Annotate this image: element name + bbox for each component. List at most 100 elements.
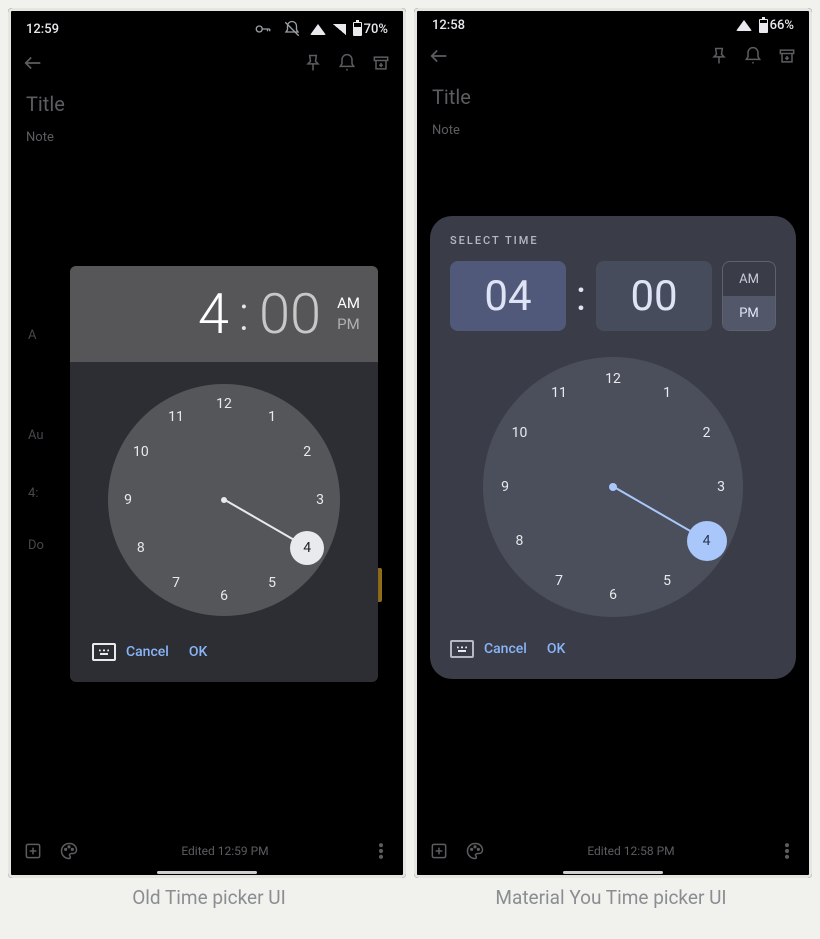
- clock-number[interactable]: 9: [115, 487, 141, 513]
- clock-number[interactable]: 5: [259, 570, 285, 596]
- clock-number[interactable]: 6: [211, 583, 237, 609]
- status-bar: 12:59 70%: [8, 8, 406, 46]
- battery-indicator: 66%: [759, 18, 794, 33]
- clock-number[interactable]: 12: [600, 366, 626, 392]
- home-indicator[interactable]: [563, 871, 663, 874]
- hour-display[interactable]: 4: [198, 286, 229, 342]
- picker-actions: Cancel OK: [70, 624, 378, 682]
- time-colon: :: [576, 261, 586, 331]
- keep-toolbar: [8, 46, 406, 80]
- bg-fragment: Au: [28, 428, 44, 443]
- note-placeholder[interactable]: Note: [26, 130, 388, 145]
- battery-indicator: 70%: [353, 22, 388, 37]
- clock-number[interactable]: 6: [600, 582, 626, 608]
- keep-footer: Edited 12:58 PM: [414, 830, 812, 872]
- clock-number[interactable]: 10: [128, 439, 154, 465]
- picker-actions: Cancel OK: [450, 627, 776, 663]
- am-option[interactable]: AM: [723, 262, 775, 296]
- reminder-icon[interactable]: [336, 52, 358, 74]
- clock-number[interactable]: 7: [546, 568, 572, 594]
- keep-footer: Edited 12:59 PM: [8, 830, 406, 872]
- ampm-toggle[interactable]: AM PM: [722, 261, 776, 331]
- title-placeholder[interactable]: Title: [26, 92, 388, 116]
- add-box-icon[interactable]: [22, 840, 44, 862]
- clock-number[interactable]: 11: [546, 380, 572, 406]
- home-indicator[interactable]: [157, 871, 257, 874]
- time-picker-dialog-you: SELECT TIME 04 : 00 AM PM 12123456789101…: [430, 216, 796, 679]
- cancel-button[interactable]: Cancel: [116, 638, 179, 666]
- edited-timestamp: Edited 12:59 PM: [181, 844, 268, 858]
- clock-number[interactable]: 3: [708, 474, 734, 500]
- palette-icon[interactable]: [58, 840, 80, 862]
- phone-material-you: 12:58 66% Title Note SELECT TIME: [414, 8, 812, 878]
- clock-number[interactable]: 5: [654, 568, 680, 594]
- clock-number[interactable]: 8: [506, 528, 532, 554]
- reminder-icon[interactable]: [742, 45, 764, 67]
- title-placeholder[interactable]: Title: [432, 85, 794, 109]
- bg-fragment: Do: [28, 538, 44, 553]
- hour-value: 04: [484, 272, 531, 321]
- more-icon[interactable]: [370, 840, 392, 862]
- battery-text: 70%: [364, 22, 388, 37]
- archive-icon[interactable]: [776, 45, 798, 67]
- hour-chip[interactable]: 04: [450, 261, 566, 331]
- picker-header: 4 : 00 AM PM: [70, 266, 378, 362]
- clock-number[interactable]: 2: [694, 420, 720, 446]
- cancel-button[interactable]: Cancel: [474, 635, 537, 663]
- clock-selected-hour[interactable]: 4: [290, 531, 324, 565]
- pin-icon[interactable]: [708, 45, 730, 67]
- clock-number[interactable]: 9: [492, 474, 518, 500]
- caption-right: Material You Time picker UI: [410, 886, 812, 909]
- am-option[interactable]: AM: [337, 293, 360, 314]
- dnd-off-icon: [281, 18, 303, 40]
- back-icon[interactable]: [22, 52, 44, 74]
- picker-label: SELECT TIME: [450, 234, 776, 247]
- clock-number[interactable]: 8: [128, 535, 154, 561]
- time-picker-dialog-old: 4 : 00 AM PM 121234567891011 Can: [70, 266, 378, 682]
- palette-icon[interactable]: [464, 840, 486, 862]
- add-box-icon[interactable]: [428, 840, 450, 862]
- caption-left: Old Time picker UI: [8, 886, 410, 909]
- minute-value: 00: [630, 272, 677, 321]
- clock-number[interactable]: 1: [654, 380, 680, 406]
- clock-number[interactable]: 11: [163, 404, 189, 430]
- vpn-key-icon: [252, 18, 274, 40]
- bg-fragment: 4:: [28, 486, 38, 501]
- time-colon: :: [239, 290, 249, 338]
- status-time: 12:59: [26, 22, 59, 37]
- pm-option[interactable]: PM: [723, 296, 775, 330]
- keep-toolbar: [414, 39, 812, 73]
- ampm-toggle[interactable]: AM PM: [337, 293, 360, 335]
- status-time: 12:58: [432, 18, 465, 33]
- battery-text: 66%: [770, 18, 794, 33]
- edited-timestamp: Edited 12:58 PM: [587, 844, 674, 858]
- clock-number[interactable]: 7: [163, 570, 189, 596]
- ok-button[interactable]: OK: [537, 635, 576, 663]
- clock-selected-hour[interactable]: 4: [687, 521, 727, 561]
- archive-icon[interactable]: [370, 52, 392, 74]
- picker-header: 04 : 00 AM PM: [450, 261, 776, 331]
- minute-display[interactable]: 00: [259, 286, 321, 342]
- keyboard-icon[interactable]: [450, 640, 474, 658]
- note-placeholder[interactable]: Note: [432, 123, 794, 138]
- ok-button[interactable]: OK: [179, 638, 218, 666]
- minute-chip[interactable]: 00: [596, 261, 712, 331]
- clock-number[interactable]: 1: [259, 404, 285, 430]
- keyboard-icon[interactable]: [92, 643, 116, 661]
- analog-clock-face[interactable]: 12 12 3 45 6 78 9 10 11: [483, 357, 743, 617]
- wifi-icon: [310, 24, 326, 35]
- pm-option[interactable]: PM: [337, 314, 360, 335]
- clock-number[interactable]: 10: [506, 420, 532, 446]
- clock-number[interactable]: 3: [307, 487, 333, 513]
- analog-clock-face[interactable]: 12 12 3 45678 9 10 11: [108, 384, 340, 616]
- phone-old: 12:59 70% Title Note: [8, 8, 406, 878]
- clock-number[interactable]: 12: [211, 391, 237, 417]
- bg-fragment: A: [28, 328, 36, 343]
- clock-number[interactable]: 2: [294, 439, 320, 465]
- back-icon[interactable]: [428, 45, 450, 67]
- keep-editor: Title Note: [8, 80, 406, 157]
- status-bar: 12:58 66%: [414, 8, 812, 39]
- comparison-captions: Old Time picker UI Material You Time pic…: [8, 886, 812, 909]
- more-icon[interactable]: [776, 840, 798, 862]
- pin-icon[interactable]: [302, 52, 324, 74]
